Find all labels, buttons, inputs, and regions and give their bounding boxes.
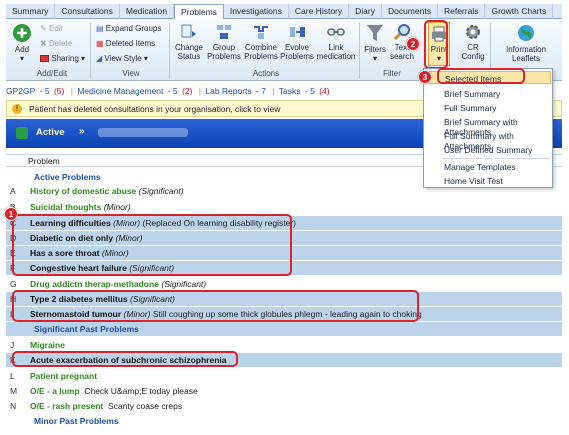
tab-documents[interactable]: Documents	[382, 4, 438, 19]
chevron-down-icon: ▾	[143, 54, 148, 63]
tab-growth-charts[interactable]: Growth Charts	[485, 4, 554, 19]
table-row[interactable]: M O/E - a lump Check U&amp;E today pleas…	[6, 384, 562, 398]
chevron-down-icon: ▾	[81, 54, 86, 63]
globe-icon	[518, 25, 534, 41]
chevron-down-icon: ▾	[372, 54, 377, 63]
expand-groups-button[interactable]: ▤ Expand Groups	[96, 24, 161, 34]
link-medication-icon	[327, 28, 345, 36]
delete-button[interactable]: ✖ Delete	[40, 39, 72, 49]
tasks-link[interactable]: Tasks - 5 (4)	[279, 86, 332, 96]
active-label: Active	[36, 127, 65, 138]
deleted-items-button[interactable]: ▦ Deleted Items	[96, 39, 155, 49]
delete-icon: ✖	[40, 39, 47, 48]
callout-badge-1: 1	[4, 207, 18, 221]
callout-box-print-button	[424, 20, 448, 69]
add-edit-group-label: Add/Edit	[36, 69, 68, 78]
main-tab-bar: Summary Consultations Medication Problem…	[6, 4, 562, 19]
edit-icon: ✎	[40, 24, 47, 33]
edit-button[interactable]: ✎ Edit	[40, 24, 63, 34]
evolve-problems-button[interactable]: Evolve Problems	[280, 23, 314, 61]
add-button[interactable]: Add ▾	[10, 23, 34, 63]
filters-button[interactable]: Filters ▾	[363, 23, 387, 63]
view-style-button[interactable]: ◢ View Style ▾	[96, 54, 148, 64]
warning-icon: !	[12, 104, 22, 114]
callout-box-schizophrenia	[12, 351, 238, 367]
change-status-button[interactable]: Change Status	[173, 23, 205, 61]
expand-groups-icon: ▤	[96, 24, 104, 33]
group-problems-button[interactable]: Group Problems	[207, 23, 241, 61]
table-row[interactable]: N O/E - rash present Scanty coase creps	[6, 399, 562, 413]
menu-item-full-summary[interactable]: Full Summary	[425, 101, 551, 114]
menu-item-user-defined-summary[interactable]: User Defined Summary	[425, 143, 551, 156]
sharing-button[interactable]: Sharing ▾	[40, 54, 85, 64]
actions-group-label: Actions	[252, 69, 280, 78]
tab-problems[interactable]: Problems	[174, 4, 224, 19]
section-significant-past-problems: Significant Past Problems	[6, 322, 562, 336]
combine-problems-button[interactable]: Combine Problems	[243, 23, 279, 61]
redacted-patient-name	[98, 128, 188, 137]
problems-icon	[16, 127, 28, 139]
menu-item-brief-summary-attachments[interactable]: Brief Summary with Attachments	[425, 115, 551, 137]
table-row[interactable]: G Drug addictn therap-methadone (Signifi…	[6, 277, 562, 291]
view-group-label: View	[122, 69, 140, 78]
evolve-problems-icon	[290, 27, 305, 37]
callout-badge-2: 2	[406, 37, 420, 51]
double-chevron-icon[interactable]: »	[79, 126, 85, 137]
sharing-icon	[40, 55, 49, 63]
lab-reports-link[interactable]: Lab Reports - 7	[205, 86, 268, 96]
information-leaflets-button[interactable]: Information Leaflets	[492, 23, 560, 63]
medicine-management-link[interactable]: Medicine Management - 5 (2)	[77, 86, 194, 96]
tab-investigations[interactable]: Investigations	[224, 4, 289, 19]
combine-problems-icon	[254, 26, 268, 39]
tab-referrals[interactable]: Referrals	[438, 4, 486, 19]
menu-item-home-visit-test[interactable]: Home Visit Test	[425, 174, 551, 187]
menu-item-manage-templates[interactable]: Manage Templates	[425, 160, 551, 173]
callout-box-selected-items	[437, 68, 525, 84]
callout-badge-3: 3	[418, 70, 432, 84]
deleted-items-icon: ▦	[96, 39, 104, 48]
link-medication-button[interactable]: Link medication	[316, 23, 356, 61]
section-minor-past-problems: Minor Past Problems	[34, 416, 119, 426]
gp2gp-link[interactable]: GP2GP - 5 (5)	[6, 86, 66, 96]
menu-item-full-summary-attachments[interactable]: Full Summary with Attachments	[425, 129, 551, 151]
cr-config-button[interactable]: CR Config	[460, 23, 486, 61]
table-row[interactable]: B Suicidal thoughts (Minor)	[6, 200, 562, 214]
tab-medication[interactable]: Medication	[120, 4, 174, 19]
view-style-icon: ◢	[96, 54, 103, 63]
add-icon	[13, 24, 31, 42]
filter-group-label: Filter	[383, 69, 401, 78]
chevron-down-icon: ▾	[19, 54, 24, 63]
menu-divider	[442, 158, 550, 159]
print-dropdown-menu: Selected Items Brief Summary Full Summar…	[423, 68, 553, 188]
tab-diary[interactable]: Diary	[349, 4, 382, 19]
callout-box-type2-sternomastoid	[12, 290, 419, 322]
menu-item-brief-summary[interactable]: Brief Summary	[425, 87, 551, 100]
filter-icon	[367, 25, 383, 41]
tab-care-history[interactable]: Care History	[289, 4, 350, 19]
tab-consultations[interactable]: Consultations	[55, 4, 120, 19]
group-problems-icon	[217, 25, 231, 39]
change-status-icon	[181, 24, 196, 38]
callout-box-multi-select	[12, 214, 292, 276]
table-row[interactable]: J Migraine	[6, 338, 562, 352]
tab-summary[interactable]: Summary	[6, 4, 56, 19]
table-row[interactable]: L Patient pregnant	[6, 369, 562, 383]
gear-icon	[466, 25, 480, 39]
